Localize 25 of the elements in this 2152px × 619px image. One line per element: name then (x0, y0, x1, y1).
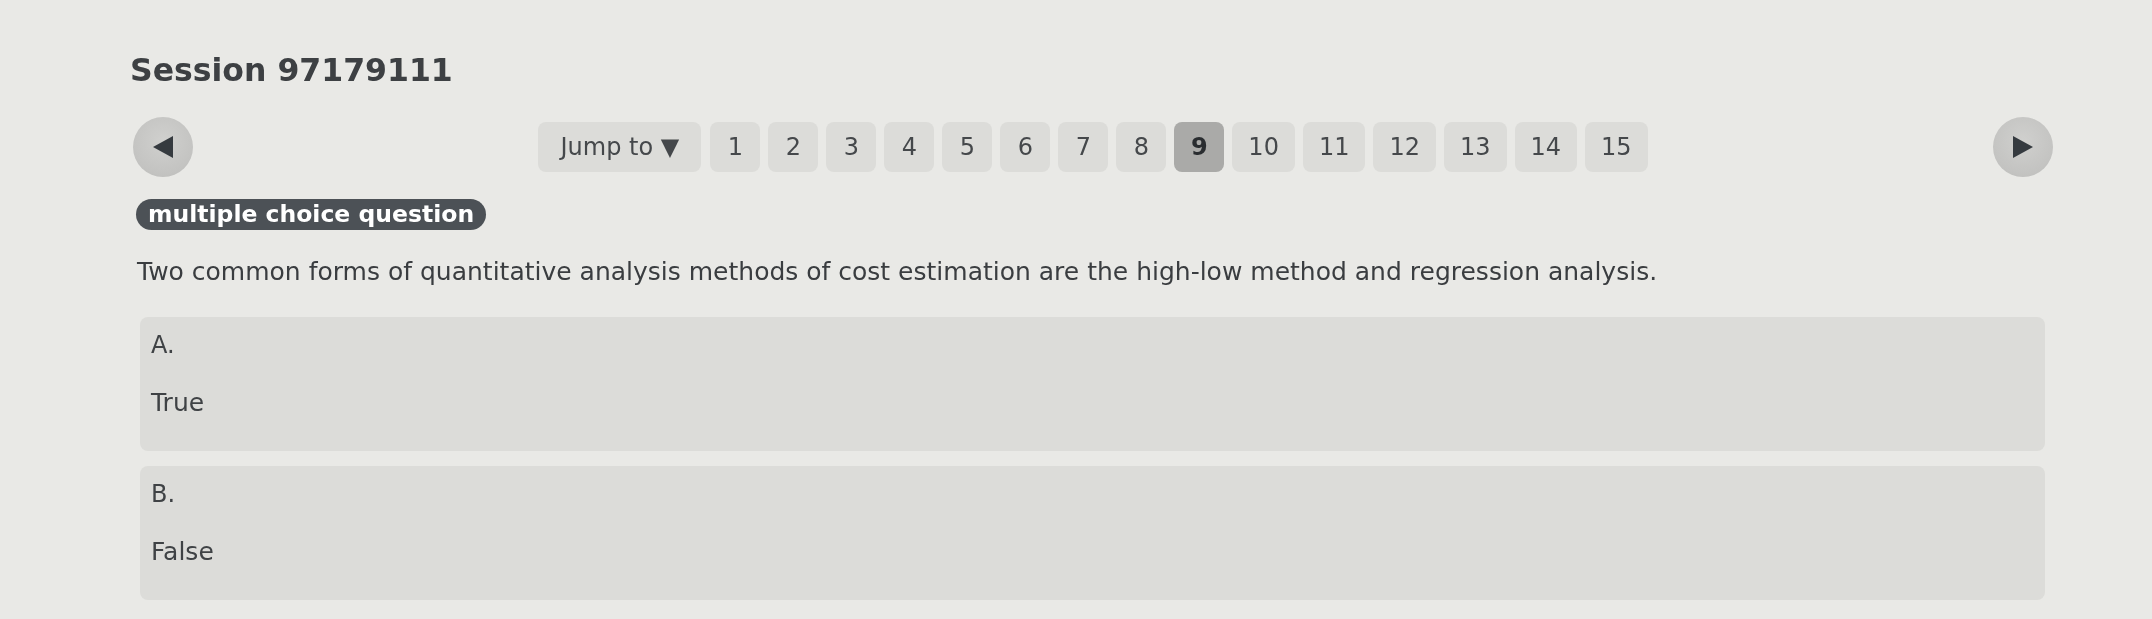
page-button[interactable]: 6 (1000, 122, 1051, 172)
session-title: Session 97179111 (130, 52, 453, 88)
right-triangle-icon (2013, 136, 2033, 158)
page-button[interactable]: 12 (1373, 122, 1436, 172)
page-button[interactable]: 3 (826, 122, 877, 172)
jump-to-button[interactable]: Jump to ▼ (538, 122, 702, 172)
page-button[interactable]: 1 (710, 122, 761, 172)
page-button[interactable]: 10 (1232, 122, 1295, 172)
page-button[interactable]: 2 (768, 122, 819, 172)
page-button[interactable]: 11 (1302, 122, 1366, 172)
page-button[interactable]: 8 (1116, 122, 1167, 172)
page-button[interactable]: 15 (1585, 122, 1648, 172)
answer-option[interactable]: A. True (140, 317, 2045, 451)
page-button[interactable]: 4 (884, 122, 935, 172)
page-button[interactable]: 7 (1058, 122, 1109, 172)
page-button[interactable]: 13 (1444, 122, 1507, 172)
question-type-badge: multiple choice question (136, 199, 487, 230)
page-button[interactable]: 14 (1514, 122, 1578, 172)
previous-button[interactable] (133, 117, 193, 177)
left-triangle-icon (153, 136, 173, 158)
next-button[interactable] (1993, 117, 2053, 177)
page-button[interactable]: 5 (942, 122, 993, 172)
question-text: Two common forms of quantitative analysis methods of cost estimation are the high-low method and regression analysis. (137, 257, 1659, 287)
page-button[interactable]: 9 (1174, 122, 1225, 172)
answer-option[interactable]: B. False (140, 466, 2045, 600)
